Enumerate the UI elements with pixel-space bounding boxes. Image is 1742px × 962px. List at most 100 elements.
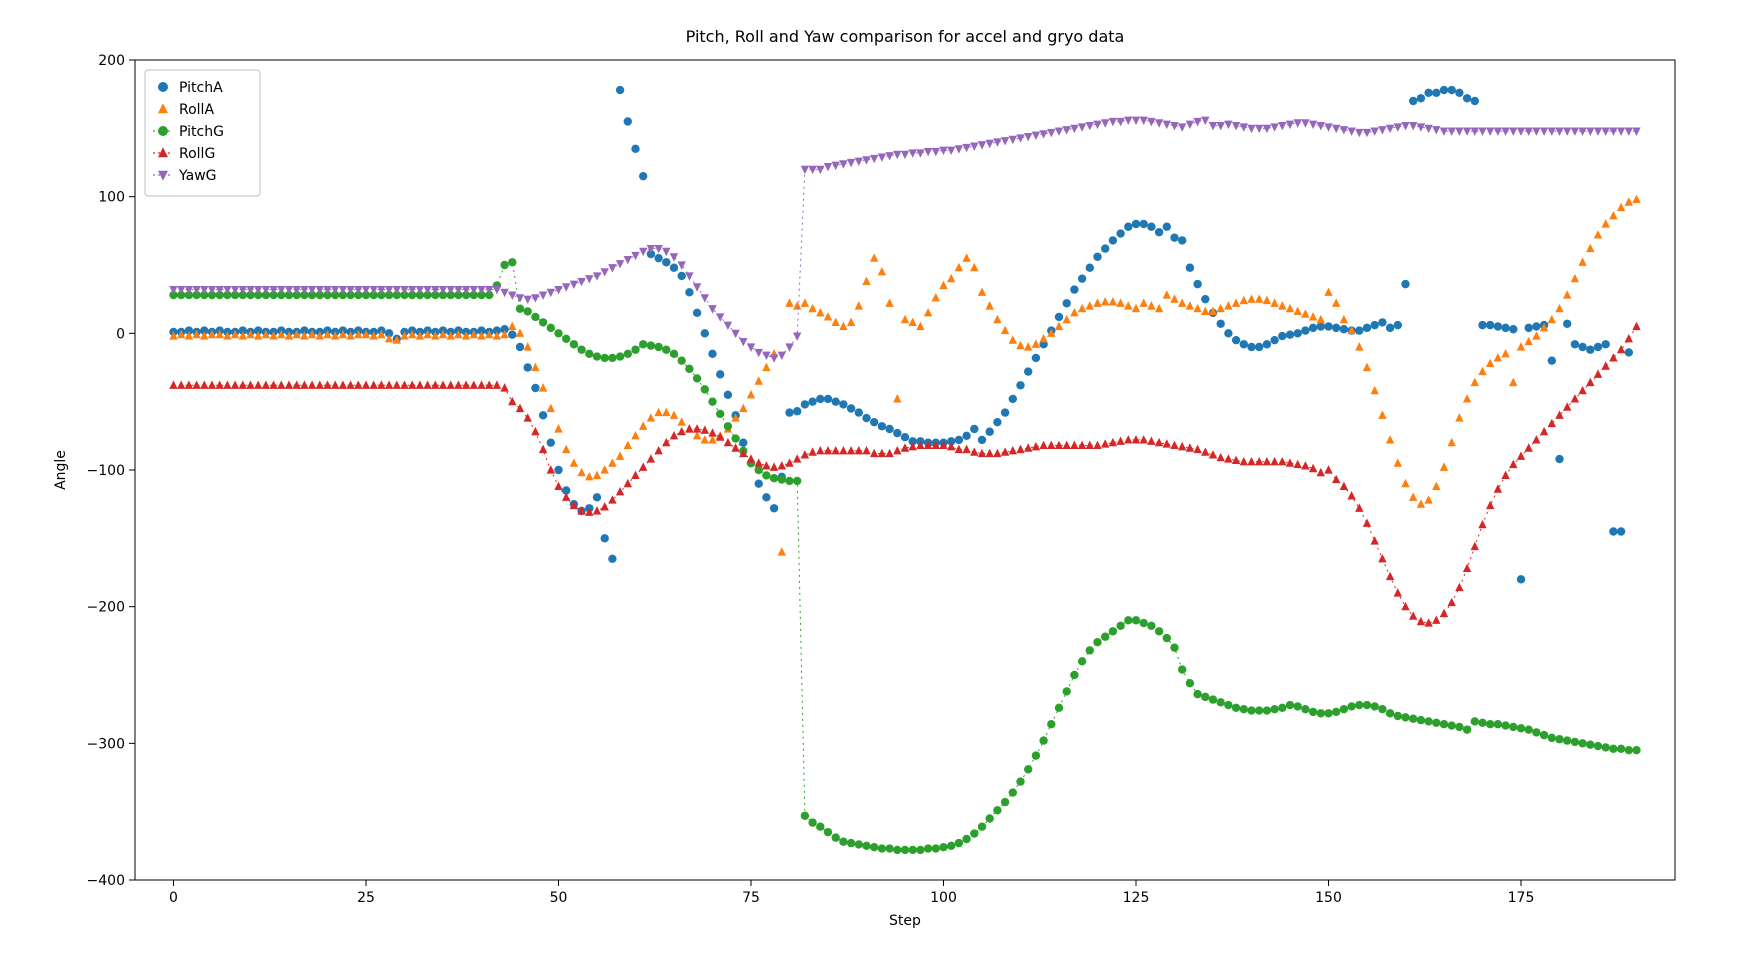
- series-line: [174, 262, 1637, 850]
- data-point: [885, 449, 893, 457]
- data-point: [955, 436, 963, 444]
- data-point: [939, 281, 947, 289]
- data-point: [986, 814, 994, 822]
- data-point: [1132, 220, 1140, 228]
- data-point: [508, 331, 516, 339]
- data-point: [1078, 274, 1086, 282]
- data-point: [1578, 739, 1586, 747]
- data-point: [1024, 133, 1032, 141]
- data-point: [816, 395, 824, 403]
- data-point: [1309, 324, 1317, 332]
- data-point: [1247, 294, 1255, 302]
- data-point: [624, 350, 632, 358]
- data-point: [577, 346, 585, 354]
- data-point: [1394, 458, 1402, 466]
- data-point: [731, 330, 739, 338]
- data-point: [1532, 331, 1540, 339]
- data-point: [354, 380, 362, 388]
- data-point: [1078, 304, 1086, 312]
- data-point: [885, 425, 893, 433]
- data-point: [1355, 503, 1363, 511]
- data-point: [500, 261, 508, 269]
- data-point: [947, 147, 955, 155]
- data-point: [531, 427, 539, 435]
- data-point: [1378, 705, 1386, 713]
- data-point: [1270, 123, 1278, 131]
- data-point: [978, 436, 986, 444]
- data-point: [1386, 324, 1394, 332]
- data-point: [1494, 484, 1502, 492]
- data-point: [1255, 706, 1263, 714]
- data-point: [531, 384, 539, 392]
- data-point: [593, 352, 601, 360]
- data-point: [1525, 443, 1533, 451]
- data-point: [1501, 324, 1509, 332]
- data-point: [739, 404, 747, 412]
- data-point: [524, 413, 532, 421]
- data-point: [1140, 619, 1148, 627]
- data-point: [1278, 301, 1286, 309]
- data-point: [1001, 408, 1009, 416]
- data-point: [962, 445, 970, 453]
- data-point: [1224, 454, 1232, 462]
- data-point: [678, 356, 686, 364]
- data-point: [785, 458, 793, 466]
- data-point: [1548, 734, 1556, 742]
- data-point: [1371, 127, 1379, 135]
- data-point: [639, 462, 647, 470]
- data-point: [192, 380, 200, 388]
- data-point: [1463, 127, 1471, 135]
- data-point: [1448, 438, 1456, 446]
- data-point: [1517, 127, 1525, 135]
- data-point: [785, 477, 793, 485]
- data-point: [1347, 702, 1355, 710]
- y-tick-label: 100: [98, 190, 125, 206]
- data-point: [1540, 127, 1548, 135]
- data-point: [1109, 627, 1117, 635]
- data-point: [377, 380, 385, 388]
- data-point: [701, 435, 709, 443]
- data-point: [1501, 471, 1509, 479]
- data-point: [1263, 125, 1271, 133]
- data-point: [1247, 125, 1255, 133]
- data-point: [916, 149, 924, 157]
- data-point: [493, 380, 501, 388]
- data-point: [731, 443, 739, 451]
- data-point: [1386, 709, 1394, 717]
- data-point: [1116, 436, 1124, 444]
- y-tick-label: −100: [87, 463, 125, 479]
- data-point: [1055, 313, 1063, 321]
- data-point: [1563, 127, 1571, 135]
- data-point: [1324, 465, 1332, 473]
- data-point: [1494, 720, 1502, 728]
- data-point: [1317, 709, 1325, 717]
- data-point: [1286, 701, 1294, 709]
- data-point: [670, 350, 678, 358]
- data-point: [1455, 583, 1463, 591]
- data-point: [562, 445, 570, 453]
- data-point: [1432, 719, 1440, 727]
- data-point: [1602, 743, 1610, 751]
- data-point: [1625, 348, 1633, 356]
- data-point: [1232, 336, 1240, 344]
- data-point: [1455, 413, 1463, 421]
- data-point: [847, 404, 855, 412]
- data-point: [862, 277, 870, 285]
- data-point: [839, 322, 847, 330]
- data-point: [955, 145, 963, 153]
- data-point: [893, 846, 901, 854]
- data-point: [1063, 299, 1071, 307]
- data-point: [570, 281, 578, 289]
- data-point: [1455, 127, 1463, 135]
- data-point: [593, 506, 601, 514]
- data-point: [485, 380, 493, 388]
- x-tick-label: 100: [930, 890, 957, 906]
- data-point: [1240, 340, 1248, 348]
- data-point: [1101, 119, 1109, 127]
- data-point: [893, 394, 901, 402]
- data-point: [901, 433, 909, 441]
- data-point: [978, 823, 986, 831]
- data-point: [524, 296, 532, 304]
- data-point: [1463, 564, 1471, 572]
- data-point: [547, 465, 555, 473]
